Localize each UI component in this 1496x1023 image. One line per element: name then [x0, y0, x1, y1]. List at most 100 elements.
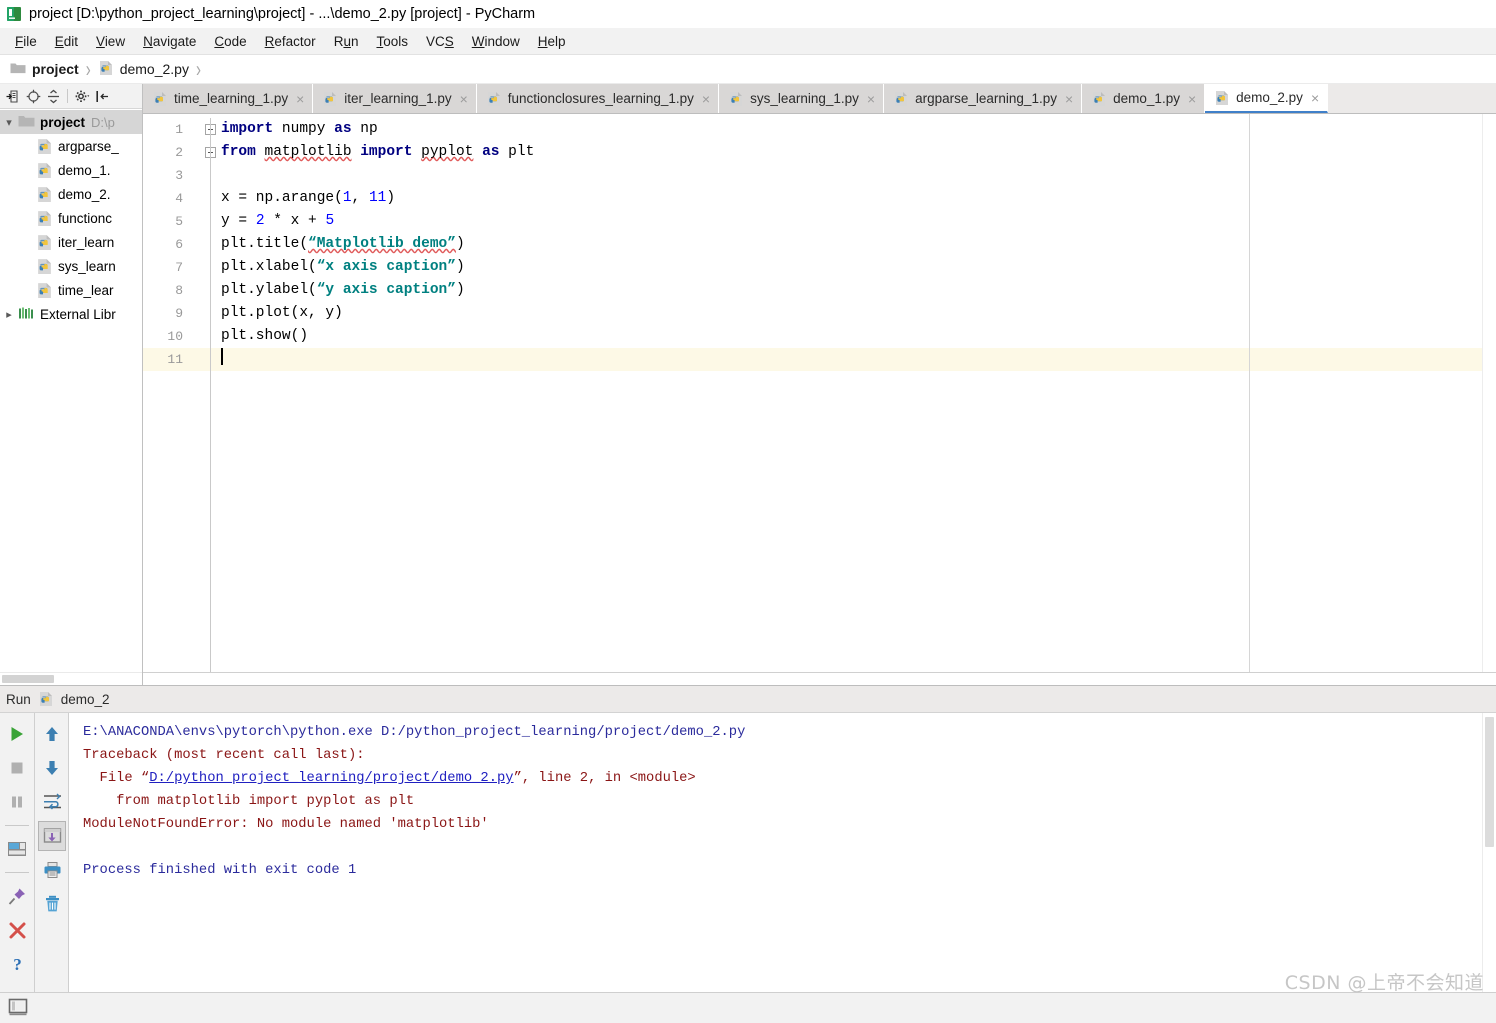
project-tree-hscrollbar[interactable]: [0, 672, 142, 685]
menu-refactor[interactable]: Refactor: [256, 31, 325, 52]
python-file-icon: [36, 234, 53, 251]
console-file-link[interactable]: D:/python_project_learning/project/demo_…: [149, 771, 513, 786]
down-the-stack-trace-icon[interactable]: [38, 753, 66, 783]
code-line-1: import numpy as np: [221, 121, 378, 137]
editor-tab-demo-1[interactable]: demo_1.py ×: [1082, 84, 1206, 113]
locate-icon[interactable]: [24, 87, 42, 105]
tree-row-argparse[interactable]: argparse_: [0, 134, 142, 158]
toolbar-divider: [5, 825, 29, 826]
menu-tools[interactable]: Tools: [367, 31, 417, 52]
tab-label: demo_2.py: [1236, 90, 1303, 105]
project-toolbar: [0, 84, 142, 109]
close-icon[interactable]: ×: [702, 92, 710, 106]
code-line-4: x = np.arange(1, 11): [221, 190, 396, 206]
menu-view[interactable]: View: [87, 31, 134, 52]
chevron-down-icon[interactable]: ▾: [0, 116, 18, 129]
close-icon[interactable]: ×: [1311, 91, 1319, 105]
breadcrumb: project › demo_2.py ›: [0, 55, 1496, 84]
editor-tab-functionclosures[interactable]: functionclosures_learning_1.py ×: [476, 84, 720, 113]
run-config-name: demo_2: [60, 691, 110, 707]
restore-layout-icon[interactable]: [8, 998, 28, 1018]
stop-button-icon[interactable]: [3, 753, 31, 783]
menu-navigate[interactable]: Navigate: [134, 31, 205, 52]
editor-vertical-scrollbar[interactable]: [1482, 114, 1496, 672]
hide-panel-icon[interactable]: [93, 87, 111, 105]
tree-row-demo-1[interactable]: demo_1.: [0, 158, 142, 182]
menu-file[interactable]: File: [6, 31, 46, 52]
scrollbar-thumb[interactable]: [2, 675, 54, 683]
tree-row-external-libraries[interactable]: ▸ External Libr: [0, 302, 142, 326]
run-toolbar-right-column: [34, 713, 69, 992]
file-ref-prefix: File “: [83, 771, 150, 786]
console-line-error: ModuleNotFoundError: No module named 'ma…: [83, 817, 489, 832]
breadcrumb-item-file[interactable]: demo_2.py: [98, 60, 189, 79]
code-editor[interactable]: 1 2 3 4 5 6 7 8 9 10 11 import numpy as …: [143, 114, 1496, 672]
tree-row-functionclosures[interactable]: functionc: [0, 206, 142, 230]
close-icon[interactable]: ×: [296, 92, 304, 106]
menu-run[interactable]: Run: [325, 31, 368, 52]
code-line-9: plt.plot(x, y): [221, 305, 343, 321]
tree-row-demo-2[interactable]: demo_2.: [0, 182, 142, 206]
restore-layout-icon[interactable]: [3, 834, 31, 864]
line-number: 3: [175, 168, 183, 183]
run-toolbar-left-column: ?: [0, 713, 34, 992]
help-icon[interactable]: ?: [3, 949, 31, 979]
close-icon[interactable]: ×: [1188, 92, 1196, 106]
menu-code[interactable]: Code: [205, 31, 255, 52]
line-number: 9: [175, 306, 183, 321]
run-toolbar: ?: [0, 713, 69, 992]
run-button-icon[interactable]: [3, 719, 31, 749]
line-number-gutter[interactable]: 1 2 3 4 5 6 7 8 9 10 11: [143, 114, 216, 672]
tree-row-time-learning[interactable]: time_lear: [0, 278, 142, 302]
pause-button-icon[interactable]: [3, 787, 31, 817]
scrollbar-thumb[interactable]: [1485, 717, 1494, 847]
toolbar-divider: [5, 872, 29, 873]
tree-label-demo-1: demo_1.: [58, 162, 111, 178]
tree-row-sys-learning[interactable]: sys_learn: [0, 254, 142, 278]
jump-to-source-icon[interactable]: [4, 87, 22, 105]
editor-tab-sys-learning[interactable]: sys_learning_1.py ×: [719, 84, 885, 113]
editor-tab-iter-learning[interactable]: iter_learning_1.py ×: [313, 84, 477, 113]
console-vertical-scrollbar[interactable]: [1482, 713, 1496, 992]
editor-tab-argparse-learning[interactable]: argparse_learning_1.py ×: [884, 84, 1083, 113]
collapse-all-icon[interactable]: [44, 87, 62, 105]
editor-tab-time-learning[interactable]: time_learning_1.py ×: [143, 84, 314, 113]
menu-window[interactable]: Window: [463, 31, 529, 52]
print-icon[interactable]: [38, 855, 66, 885]
soft-wrap-icon[interactable]: [38, 787, 66, 817]
menu-help[interactable]: Help: [529, 31, 575, 52]
project-tree[interactable]: ▾ project D:\p argparse_ demo_1. demo_2.…: [0, 109, 142, 672]
line-number: 8: [175, 283, 183, 298]
clear-all-icon[interactable]: [38, 889, 66, 919]
chevron-right-icon[interactable]: ▸: [0, 308, 18, 321]
line-number: 10: [167, 329, 183, 344]
up-the-stack-trace-icon[interactable]: [38, 719, 66, 749]
editor-tab-demo-2[interactable]: demo_2.py ×: [1205, 84, 1329, 113]
editor-tab-bar: time_learning_1.py × iter_learning_1.py …: [143, 84, 1496, 114]
menu-vcs[interactable]: VCS: [417, 31, 463, 52]
breadcrumb-item-project[interactable]: project: [10, 61, 79, 77]
python-file-icon: [322, 91, 338, 107]
editor-area: time_learning_1.py × iter_learning_1.py …: [143, 84, 1496, 685]
settings-gear-icon[interactable]: [73, 87, 91, 105]
tab-label: iter_learning_1.py: [344, 91, 452, 106]
editor-horizontal-scrollbar[interactable]: [143, 672, 1496, 685]
close-icon[interactable]: ×: [1065, 92, 1073, 106]
menu-edit[interactable]: Edit: [46, 31, 87, 52]
close-icon[interactable]: ×: [460, 92, 468, 106]
scroll-to-end-icon[interactable]: [38, 821, 66, 851]
code-line-11: [211, 348, 1496, 371]
tree-label-functionclosures: functionc: [58, 210, 113, 226]
run-tool-window: Run demo_2 ? E:\ANACONDA\envs\pytorch\py…: [0, 685, 1496, 992]
close-icon[interactable]: ×: [867, 92, 875, 106]
window-title: project [D:\python_project_learning\proj…: [29, 6, 536, 22]
python-file-icon: [152, 91, 168, 107]
pin-tab-icon[interactable]: [3, 881, 31, 911]
console-line-traceback: Traceback (most recent call last):: [83, 748, 365, 763]
run-console-output[interactable]: E:\ANACONDA\envs\pytorch\python.exe D:/p…: [69, 713, 1496, 992]
tree-row-iter-learning[interactable]: iter_learn: [0, 230, 142, 254]
console-line-source: from matplotlib import pyplot as plt: [83, 794, 415, 809]
close-tab-icon[interactable]: [3, 915, 31, 945]
tree-row-project[interactable]: ▾ project D:\p: [0, 110, 142, 134]
code-text[interactable]: import numpy as np from matplotlib impor…: [211, 114, 1496, 672]
